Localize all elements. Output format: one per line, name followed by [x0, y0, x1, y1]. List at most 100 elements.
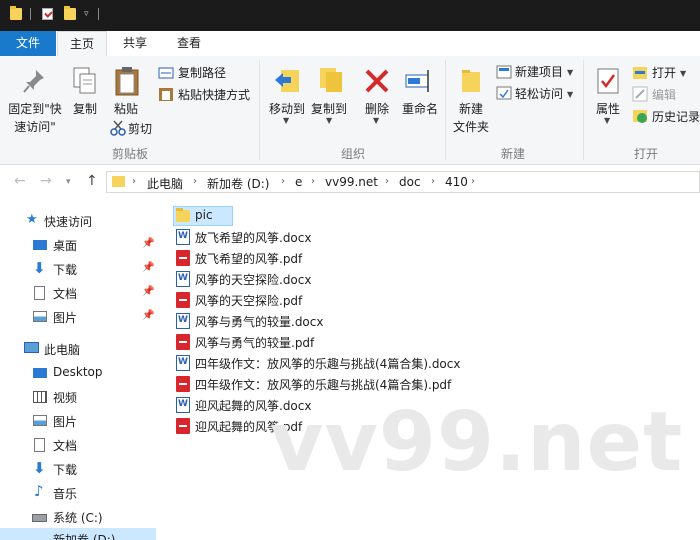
pin-icon[interactable]: 📌 — [142, 286, 154, 297]
pdf-icon — [176, 376, 190, 392]
open-icon — [633, 67, 647, 79]
group-label-organize: 组织 — [341, 147, 366, 161]
paste-shortcut-icon — [159, 88, 173, 101]
pdf-icon — [176, 292, 190, 308]
new-folder-quick-icon[interactable] — [64, 6, 76, 20]
sidebar-item-downloads-pc[interactable]: ⬇ 下载 — [0, 458, 156, 480]
easy-access-icon — [496, 86, 512, 100]
file-name: 放飞希望的风筝.docx — [195, 231, 312, 245]
folder-icon[interactable] — [10, 6, 22, 20]
sidebar-item-this-pc[interactable]: 此电脑 — [0, 338, 156, 360]
breadcrumb-item[interactable]: vv99.net — [325, 175, 378, 189]
list-item[interactable]: 放飞希望的风筝.pdf — [173, 248, 693, 268]
file-name: 风筝与勇气的较量.pdf — [195, 336, 315, 350]
dropdown-arrow-icon: ▼ — [283, 116, 290, 125]
navigation-bar: ← → ▾ ↑ › 此电脑 › 新加卷 (D:) › e › vv99.net … — [0, 165, 700, 199]
list-item[interactable]: 四年级作文：放风筝的乐趣与挑战(4篇合集).pdf — [173, 374, 693, 394]
word-document-icon — [176, 397, 190, 413]
list-item[interactable]: pic — [173, 206, 693, 226]
sidebar-item-documents-pc[interactable]: 文档 — [0, 434, 156, 456]
tab-home[interactable]: 主页 — [57, 31, 107, 57]
pictures-icon — [33, 415, 47, 426]
address-bar[interactable]: › 此电脑 › 新加卷 (D:) › e › vv99.net › doc › … — [106, 171, 700, 193]
sidebar-item-pictures[interactable]: 图片 📌 — [0, 306, 156, 328]
chevron-right-icon: › — [385, 176, 389, 187]
sidebar-item-desktop[interactable]: 桌面 📌 — [0, 234, 156, 256]
dropdown-arrow-icon: ▼ — [680, 69, 687, 78]
list-item[interactable]: 风筝与勇气的较量.pdf — [173, 332, 693, 352]
toolbar-separator — [30, 8, 31, 20]
sidebar-item-desktop-pc[interactable]: Desktop — [0, 362, 156, 384]
sidebar-item-label: 文档 — [53, 439, 78, 453]
file-name: 四年级作文：放风筝的乐趣与挑战(4篇合集).pdf — [195, 378, 452, 392]
copy-icon — [73, 67, 96, 94]
paste-icon — [115, 67, 139, 96]
paste-label: 粘贴 — [113, 102, 138, 116]
pin-icon[interactable]: 📌 — [142, 238, 154, 249]
sidebar-item-documents[interactable]: 文档 📌 — [0, 282, 156, 304]
document-icon — [34, 286, 45, 300]
sidebar-item-label: Desktop — [53, 365, 103, 379]
sidebar-item-label: 音乐 — [53, 487, 78, 501]
edit-pencil-icon — [632, 86, 648, 102]
pin-icon[interactable]: 📌 — [142, 310, 154, 321]
breadcrumb-item[interactable]: 此电脑 — [147, 175, 183, 192]
sidebar-item-drive-d[interactable]: 新加卷 (D:) — [0, 528, 156, 540]
sidebar-item-music[interactable]: ♪ 音乐 — [0, 482, 156, 504]
history-icon — [633, 110, 647, 123]
breadcrumb-item[interactable]: 新加卷 (D:) — [207, 175, 269, 192]
toolbar-separator — [98, 8, 99, 20]
forward-arrow-icon[interactable]: → — [40, 173, 52, 189]
sidebar-item-pictures-pc[interactable]: 图片 — [0, 410, 156, 432]
sidebar-item-quick-access[interactable]: ★ 快速访问 — [0, 210, 156, 232]
list-item[interactable]: 风筝与勇气的较量.docx — [173, 311, 693, 331]
dropdown-arrow-icon: ▼ — [604, 116, 611, 125]
video-icon — [33, 391, 47, 403]
folder-icon — [176, 208, 190, 222]
sidebar-item-label: 下载 — [53, 263, 78, 277]
pin-label: 固定到"快 — [8, 102, 62, 116]
breadcrumb-item[interactable]: e — [295, 175, 302, 189]
word-document-icon — [176, 229, 190, 245]
edit-label: 编辑 — [652, 88, 677, 102]
up-arrow-icon[interactable]: ↑ — [86, 173, 98, 189]
sidebar-item-drive-c[interactable]: 系统 (C:) — [0, 506, 156, 528]
tab-file[interactable]: 文件 — [0, 31, 56, 56]
pin-icon[interactable]: 📌 — [142, 262, 154, 273]
tab-view[interactable]: 查看 — [166, 31, 212, 56]
dropdown-arrow-icon: ▼ — [567, 68, 574, 77]
group-label-new: 新建 — [501, 147, 526, 161]
list-item[interactable]: 四年级作文：放风筝的乐趣与挑战(4篇合集).docx — [173, 353, 693, 373]
group-label-clipboard: 剪贴板 — [112, 147, 149, 161]
desktop-icon — [33, 240, 47, 250]
pdf-icon — [176, 418, 190, 434]
breadcrumb-item[interactable]: 410 — [445, 175, 468, 189]
tab-share[interactable]: 共享 — [112, 31, 158, 56]
chevron-right-icon: › — [471, 176, 475, 187]
recent-locations-icon[interactable]: ▾ — [66, 177, 71, 187]
ribbon: 固定到"快 速访问" 复制 粘贴 复制路径 粘贴快捷方式 剪切 剪贴板 移动到 … — [0, 56, 700, 165]
breadcrumb-item[interactable]: doc — [399, 175, 421, 189]
sidebar-item-label: 新加卷 (D:) — [53, 533, 116, 540]
pdf-icon — [176, 334, 190, 350]
sidebar-item-downloads[interactable]: ⬇ 下载 📌 — [0, 258, 156, 280]
back-arrow-icon[interactable]: ← — [14, 173, 26, 189]
word-document-icon — [176, 271, 190, 287]
pin-icon — [23, 70, 44, 93]
properties-quick-icon[interactable] — [42, 8, 53, 20]
watermark: vv99.net — [270, 395, 684, 490]
paste-shortcut-label: 粘贴快捷方式 — [178, 88, 251, 102]
scissors-icon — [110, 120, 126, 136]
sidebar-item-videos[interactable]: 视频 — [0, 386, 156, 408]
list-item[interactable]: 放飞希望的风筝.docx — [173, 227, 693, 247]
sidebar-item-label: 系统 (C:) — [53, 511, 103, 525]
open-label: 打开 — [652, 66, 677, 80]
customize-toolbar-icon[interactable]: ▿ — [84, 9, 89, 19]
sidebar-item-label: 图片 — [53, 415, 78, 429]
list-item[interactable]: 风筝的天空探险.docx — [173, 269, 693, 289]
drive-icon — [32, 514, 47, 522]
list-item[interactable]: 风筝的天空探险.pdf — [173, 290, 693, 310]
group-separator — [259, 60, 260, 160]
new-item-label: 新建项目 — [515, 65, 564, 79]
new-folder-icon — [462, 70, 480, 92]
